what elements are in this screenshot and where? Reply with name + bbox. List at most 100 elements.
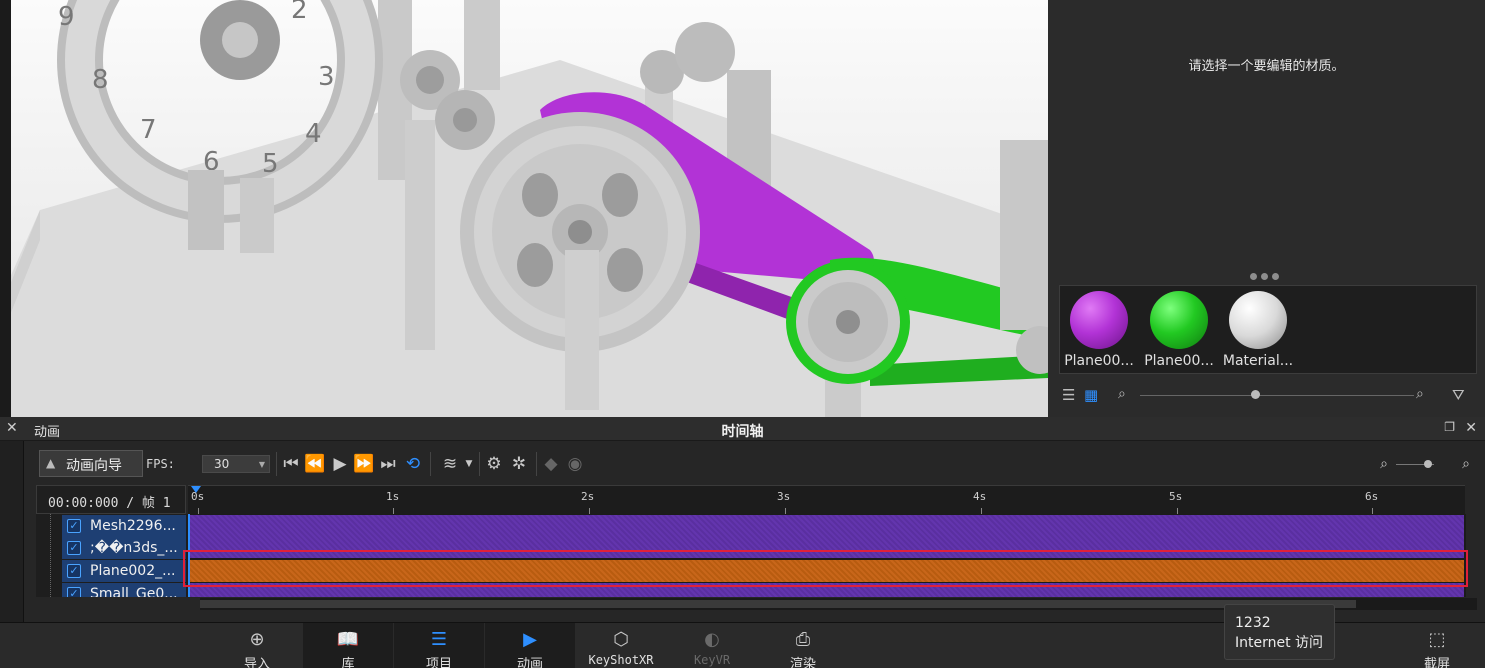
scene-render: 987 6 5432 (0, 0, 1048, 417)
grid-view-icon[interactable]: ▦ (1084, 386, 1098, 404)
go-to-end-icon[interactable]: ⏭ (377, 453, 399, 475)
fps-label: FPS: (146, 457, 175, 471)
material-swatch[interactable]: Material... (1219, 290, 1297, 374)
loop-icon[interactable]: ⟲ (402, 453, 424, 475)
keyvr-label: KeyVR (693, 653, 731, 667)
time-ruler[interactable]: 0s 1s 2s 3s 4s 5s 6s (188, 485, 1465, 514)
track-row[interactable]: ✓ Small_Ge0... (62, 583, 186, 597)
pivot-gear-icon[interactable]: ✲ (508, 453, 530, 475)
library-label: 库 (341, 657, 355, 668)
close-icon[interactable]: ✕ (1465, 420, 1477, 436)
filter-icon[interactable]: ⛛ (1452, 386, 1465, 404)
track-checkbox[interactable]: ✓ (67, 564, 81, 578)
step-back-icon[interactable]: ⏪ (304, 453, 326, 475)
import-label: 导入 (243, 657, 270, 668)
time-display: 00:00:000 / 帧 1 (36, 485, 186, 514)
track-checkbox[interactable]: ✓ (67, 541, 81, 555)
keyshotxr-cube-icon: ⬡ (613, 629, 629, 650)
material-swatch[interactable]: Plane00... (1140, 290, 1218, 374)
motion-blur-icon[interactable]: ≋ (438, 453, 462, 475)
step-forward-icon[interactable]: ⏩ (353, 453, 375, 475)
track-label: Mesh2296... (90, 518, 176, 534)
keyshotxr-button[interactable]: ⬡ KeyShotXR (576, 623, 666, 668)
svg-text:5: 5 (262, 149, 279, 179)
timeline-title: 时间轴 (721, 424, 764, 440)
ruler-tick-label: 1s (386, 490, 400, 503)
thumbnail-size-slider[interactable] (1140, 395, 1414, 396)
timeline-zoom-in-icon[interactable]: ⌕ (1458, 453, 1474, 475)
slider-knob[interactable] (1251, 390, 1260, 399)
animation-button[interactable]: ▶ 动画 (485, 623, 575, 668)
fps-select[interactable]: 30 ▼ (202, 455, 270, 473)
divider (479, 452, 480, 476)
divider (536, 452, 537, 476)
record-icon[interactable]: ◉ (564, 453, 586, 475)
material-swatch-label: Plane00... (1064, 353, 1134, 369)
track-row[interactable]: ✓ ;��n3ds_... (62, 537, 186, 559)
tooltip-line-1: 1232 (1235, 615, 1271, 631)
render-label: 渲染 (789, 657, 816, 668)
track-list: ✓ Mesh2296... ✓ ;��n3ds_... ✓ Plane002_.… (36, 514, 188, 597)
animation-toolbar: ▲ 动画向导 FPS: 30 ▼ ⏮ ⏪ ▶ ⏩ ⏭ ⟲ ≋ ▼ ⚙ ✲ ◆ ◉… (36, 448, 1476, 478)
track-checkbox[interactable]: ✓ (67, 587, 81, 597)
play-icon[interactable]: ▶ (329, 453, 351, 475)
render-viewport[interactable]: 987 65432 (0, 0, 1048, 417)
timeline-zoom-out-icon[interactable]: ⌕ (1376, 453, 1392, 475)
render-camera-icon: ⎙ (795, 629, 811, 650)
more-dots-icon[interactable] (1250, 273, 1286, 281)
import-button[interactable]: ⊕ 导入 (212, 623, 302, 668)
wizard-icon: ▲ (46, 456, 56, 470)
library-button[interactable]: 📖 库 (303, 623, 393, 668)
list-view-icon[interactable]: ☰ (1062, 386, 1075, 404)
project-button[interactable]: ☰ 项目 (394, 623, 484, 668)
divider (430, 452, 431, 476)
track-row[interactable]: ✓ Mesh2296... (62, 515, 186, 537)
screenshot-label: 截屏 (1423, 657, 1450, 668)
ruler-tick-label: 5s (1169, 490, 1183, 503)
zoom-in-icon[interactable]: ⌕ (1416, 386, 1424, 402)
animation-wizard-button[interactable]: ▲ 动画向导 (39, 450, 143, 477)
zoom-out-icon[interactable]: ⌕ (1118, 386, 1126, 402)
divider (276, 452, 277, 476)
svg-text:2: 2 (291, 0, 308, 25)
chevron-down-icon: ▼ (258, 460, 265, 469)
track-checkbox[interactable]: ✓ (67, 519, 81, 533)
material-swatch[interactable]: Plane00... (1060, 290, 1138, 374)
ruler-tick-label: 3s (777, 490, 791, 503)
keyshotxr-label: KeyShotXR (588, 653, 654, 667)
ruler-tick-label: 6s (1365, 490, 1379, 503)
material-swatch-label: Plane00... (1144, 353, 1214, 369)
screenshot-button[interactable]: ⬚ 截屏 (1392, 623, 1482, 668)
svg-text:8: 8 (92, 65, 109, 95)
animation-title-bar: ✕ 动画 时间轴 ❐ ✕ (0, 417, 1485, 441)
viewport-left-strip (0, 0, 11, 417)
svg-text:4: 4 (305, 119, 322, 149)
material-select-message: 请选择一个要编辑的材质。 (1188, 59, 1345, 74)
tooltip-line-2: Internet 访问 (1235, 635, 1324, 651)
animation-play-icon: ▶ (523, 629, 537, 650)
track-label: ;��n3ds_... (90, 540, 178, 556)
ruler-tick-label: 0s (191, 490, 205, 503)
scrollbar-thumb[interactable] (200, 600, 1356, 608)
fps-value: 30 (214, 457, 230, 471)
ruler-tick-label: 4s (973, 490, 987, 503)
track-row[interactable]: ✓ Plane002_... (62, 560, 186, 582)
import-icon: ⊕ (249, 629, 265, 650)
keyframe-add-icon[interactable]: ◆ (540, 453, 562, 475)
material-swatch-list: Plane00... Plane00... Material... (1059, 285, 1477, 374)
side-strip (0, 441, 24, 622)
animation-panel: ✕ 动画 时间轴 ❐ ✕ ▲ 动画向导 FPS: 30 ▼ ⏮ ⏪ ▶ ⏩ ⏭ … (0, 417, 1485, 622)
restore-icon[interactable]: ❐ (1444, 420, 1455, 434)
go-to-start-icon[interactable]: ⏮ (280, 453, 302, 475)
animation-label: 动画 (516, 657, 543, 668)
timeline-zoom-knob[interactable] (1424, 460, 1432, 468)
render-button[interactable]: ⎙ 渲染 (758, 623, 848, 668)
project-list-icon: ☰ (430, 629, 448, 650)
track-label: Plane002_... (90, 563, 176, 579)
material-ball (1070, 291, 1128, 349)
material-ball (1150, 291, 1208, 349)
keyvr-button[interactable]: ◐ KeyVR (667, 623, 757, 668)
settings-gear-icon[interactable]: ⚙ (483, 453, 505, 475)
chevron-down-icon[interactable]: ▼ (464, 453, 474, 475)
network-tooltip: 1232 Internet 访问 (1224, 604, 1335, 660)
